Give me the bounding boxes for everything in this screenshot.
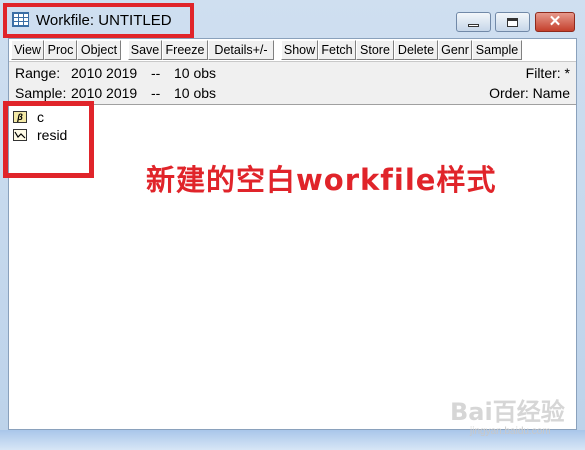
- toolbar: View Proc Object Save Freeze Details+/- …: [9, 39, 576, 62]
- sample-obs: 10 obs: [174, 85, 217, 101]
- view-button[interactable]: View: [11, 40, 44, 60]
- close-button[interactable]: ✕: [535, 12, 575, 32]
- proc-button[interactable]: Proc: [44, 40, 77, 60]
- workfile-info-bar: Range: 2010 2019 -- 10 obs Sample: 2010 …: [9, 62, 576, 105]
- store-button[interactable]: Store: [356, 40, 394, 60]
- save-button[interactable]: Save: [128, 40, 162, 60]
- title-highlight-box: [3, 3, 194, 38]
- freeze-button[interactable]: Freeze: [162, 40, 208, 60]
- delete-button[interactable]: Delete: [394, 40, 438, 60]
- workfile-content: View Proc Object Save Freeze Details+/- …: [8, 38, 577, 430]
- minimize-button[interactable]: [456, 12, 491, 32]
- minimize-icon: [468, 24, 479, 27]
- workfile-window: Workfile: UNTITLED ✕ View Proc Object Sa…: [0, 0, 585, 450]
- watermark: Bai百经验: [450, 398, 565, 426]
- sample-separator: --: [151, 85, 161, 101]
- fetch-button[interactable]: Fetch: [318, 40, 356, 60]
- object-list: β c resid: [9, 105, 576, 429]
- range-label: Range:: [15, 65, 61, 81]
- watermark-url: jingyan.baidu.com: [470, 426, 551, 437]
- details-button[interactable]: Details+/-: [208, 40, 274, 60]
- order-label[interactable]: Order: Name: [489, 85, 570, 101]
- sample-button[interactable]: Sample: [472, 40, 522, 60]
- sample-value[interactable]: 2010 2019: [71, 85, 137, 101]
- range-obs: 10 obs: [174, 65, 217, 81]
- show-button[interactable]: Show: [281, 40, 318, 60]
- maximize-icon: [507, 17, 518, 27]
- sample-label: Sample:: [15, 85, 67, 101]
- title-bar[interactable]: Workfile: UNTITLED ✕: [0, 0, 585, 38]
- annotation-text: 新建的空白workfile样式: [146, 163, 497, 197]
- objects-highlight-box: [3, 101, 94, 178]
- genr-button[interactable]: Genr: [438, 40, 472, 60]
- close-icon: ✕: [548, 13, 562, 30]
- range-separator: --: [151, 65, 161, 81]
- range-value[interactable]: 2010 2019: [71, 65, 137, 81]
- filter-label[interactable]: Filter: *: [526, 65, 570, 81]
- maximize-button[interactable]: [495, 12, 530, 32]
- object-button[interactable]: Object: [77, 40, 121, 60]
